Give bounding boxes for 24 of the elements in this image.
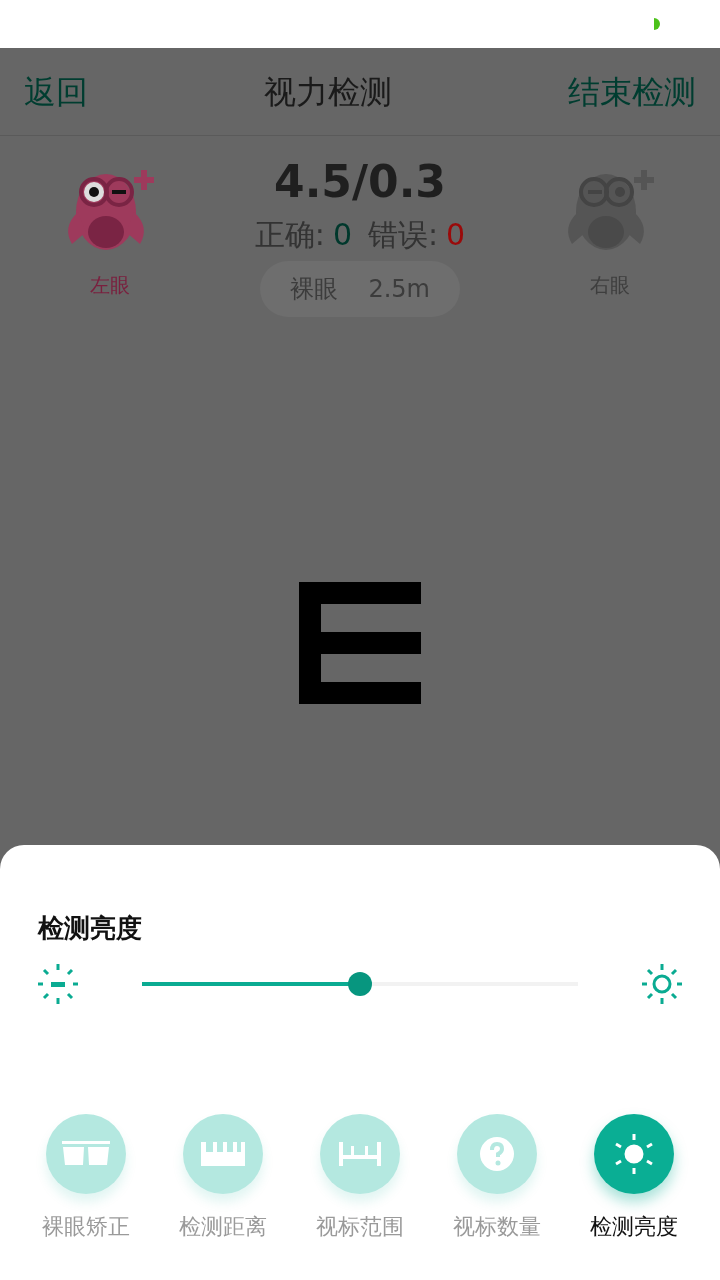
range-icon [339, 1142, 381, 1166]
page-title: 视力检测 [264, 71, 392, 113]
panel-title: 检测亮度 [38, 912, 143, 945]
brightness-low-icon [38, 964, 78, 1004]
tool-button[interactable]: 视标范围 [296, 1114, 424, 1243]
end-test-link[interactable]: 结束检测 [568, 67, 696, 116]
glasses-icon [62, 1141, 110, 1167]
back-link[interactable]: 返回 [24, 67, 88, 116]
brightness-slider[interactable] [142, 972, 578, 996]
tool-button[interactable]: 裸眼矫正 [22, 1114, 150, 1243]
slider-thumb[interactable] [348, 972, 372, 996]
count-value: 0 [446, 216, 466, 254]
eye-label[interactable]: 左眼 [90, 270, 130, 300]
brightness-high-icon [642, 964, 682, 1004]
ruler-icon [201, 1142, 245, 1166]
tool-button[interactable]: 视标数量 [433, 1114, 561, 1243]
help-icon [479, 1136, 515, 1172]
battery-icon [654, 18, 660, 30]
count-value: 0 [332, 216, 352, 254]
e-optotype-icon [299, 582, 421, 704]
brightness-icon [614, 1134, 654, 1174]
tool-button[interactable]: 检测距离 [159, 1114, 287, 1243]
tool-button[interactable]: 检测亮度 [570, 1114, 698, 1243]
acuity-score: 4.5/0.3 [274, 160, 446, 204]
